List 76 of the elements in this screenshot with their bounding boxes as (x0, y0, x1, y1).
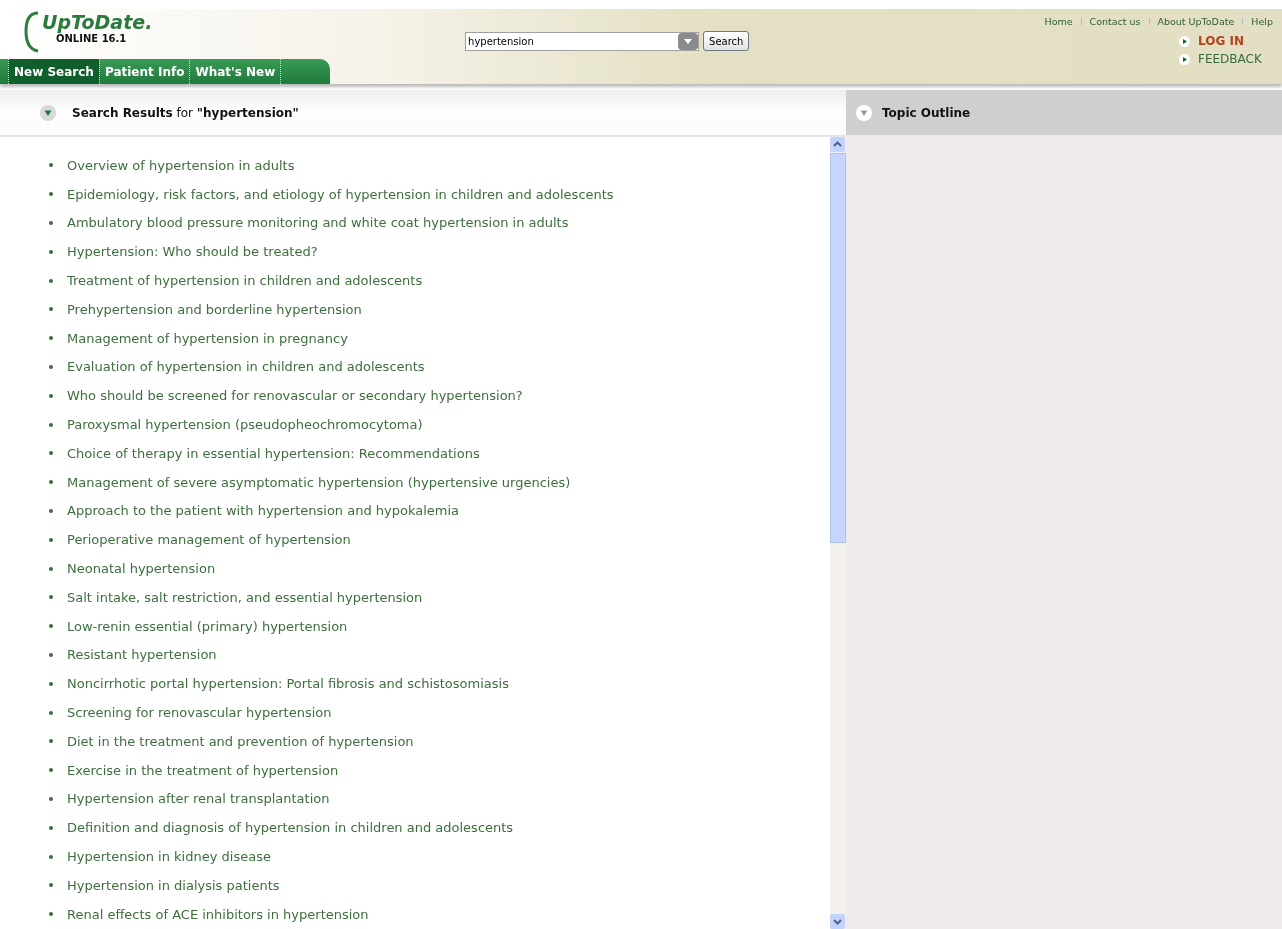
result-link[interactable]: Hypertension in kidney disease (67, 849, 271, 864)
result-link[interactable]: Overview of hypertension in adults (67, 157, 295, 173)
result-link[interactable]: Neonatal hypertension (67, 561, 216, 577)
results-heading: Search Results for "hypertension" (72, 105, 299, 120)
bullet-icon (49, 163, 53, 168)
search-field[interactable]: hypertension (465, 32, 700, 51)
bullet-icon (49, 364, 53, 369)
bullet-icon (49, 221, 53, 225)
result-link[interactable]: Management of severe asymptomatic hypertension (hypertensive urgencies) (67, 474, 571, 490)
bullet-icon (49, 854, 53, 859)
header-link[interactable]: Home (1044, 16, 1073, 27)
result-link[interactable]: Evaluation of hypertension in children and adolescents (67, 359, 425, 375)
bullet-icon (49, 883, 53, 888)
header-action-link[interactable]: FEEDBACK (1198, 52, 1262, 66)
result-link[interactable]: Exercise in the treatment of hypertension (67, 762, 339, 778)
bullet-icon (49, 307, 53, 312)
collapse-icon[interactable] (856, 104, 872, 121)
bullet-icon (49, 393, 53, 398)
result-link[interactable]: Diet in the treatment and prevention of hypertension (67, 733, 414, 749)
result-link[interactable]: Who should be screened for renovascular or secondary hypertension? (67, 388, 523, 404)
bullet-icon (49, 739, 53, 744)
header-link[interactable]: Contact us (1089, 16, 1141, 27)
dropdown-icon[interactable] (678, 33, 699, 50)
scrollbar[interactable] (830, 137, 846, 929)
result-link[interactable]: Prehypertension and borderline hypertension (67, 301, 362, 317)
search-button[interactable]: Search (703, 31, 750, 51)
bullet-icon (49, 480, 53, 485)
result-link[interactable]: Hypertension: Who should be treated? (67, 244, 318, 260)
bullet-icon (49, 508, 53, 513)
nav-tab[interactable]: What's New (189, 59, 282, 84)
bullet-icon (49, 336, 53, 341)
result-link[interactable]: Noncirrhotic portal hypertension: Portal fibrosis and schistosomiasis (67, 676, 509, 692)
bullet-icon (49, 624, 53, 629)
bullet-icon (49, 422, 53, 427)
result-link[interactable]: Perioperative management of hypertension (67, 532, 351, 548)
result-link[interactable]: Low-renin essential (primary) hypertension (67, 618, 348, 634)
bullet-icon (49, 681, 53, 686)
bullet-icon (49, 566, 53, 571)
result-link[interactable]: Resistant hypertension (67, 647, 217, 663)
scroll-down-icon[interactable] (830, 914, 845, 929)
result-link[interactable]: Hypertension after renal transplantation (67, 791, 330, 807)
result-link[interactable]: Choice of therapy in essential hypertension: Recommendations (67, 445, 480, 461)
result-link[interactable]: Renal effects of ACE inhibitors in hypertension (67, 906, 369, 922)
result-link[interactable]: Ambulatory blood pressure monitoring and white coat hypertension in adults (67, 215, 569, 231)
result-link[interactable]: Paroxysmal hypertension (pseudopheochromocytoma) (67, 417, 423, 433)
bullet-icon (49, 652, 53, 657)
bullet-icon (49, 710, 53, 715)
bullet-icon (49, 192, 53, 197)
bullet-icon (49, 249, 53, 254)
bullet-icon (49, 595, 53, 600)
bullet-icon (49, 768, 53, 773)
bullet-icon (49, 796, 53, 801)
result-link[interactable]: Treatment of hypertension in children and adolescents (67, 273, 423, 289)
logo-edition: ONLINE 16.1 (56, 33, 127, 44)
bullet-icon (49, 278, 53, 283)
nav-tab[interactable]: Patient Info (98, 59, 190, 84)
result-link[interactable]: Approach to the patient with hypertension and hypokalemia (67, 503, 460, 519)
bullet-icon (49, 825, 53, 830)
result-link[interactable]: Definition and diagnosis of hypertension in children and adolescents (67, 820, 514, 836)
collapse-icon[interactable] (40, 104, 56, 121)
bullet-icon (49, 912, 53, 917)
result-link[interactable]: Epidemiology, risk factors, and etiology of hypertension in children and adolescents (67, 186, 614, 202)
scroll-up-icon[interactable] (830, 137, 845, 152)
result-link[interactable]: Salt intake, salt restriction, and essential hypertension (67, 589, 423, 605)
result-link[interactable]: Management of hypertension in pregnancy (67, 330, 348, 346)
bullet-icon (49, 451, 53, 456)
outline-heading: Topic Outline (882, 105, 971, 120)
result-link[interactable]: Screening for renovascular hypertension (67, 705, 332, 721)
header-action-link[interactable]: LOG IN (1198, 34, 1244, 48)
header-link[interactable]: Help (1251, 16, 1273, 27)
bullet-icon (49, 537, 53, 542)
result-link[interactable]: Hypertension in dialysis patients (67, 877, 280, 893)
scroll-thumb[interactable] (830, 153, 846, 543)
header-link[interactable]: About UpToDate (1157, 16, 1235, 27)
logo-name: UpToDate. (42, 11, 153, 33)
nav-tab[interactable]: New Search (8, 59, 99, 84)
